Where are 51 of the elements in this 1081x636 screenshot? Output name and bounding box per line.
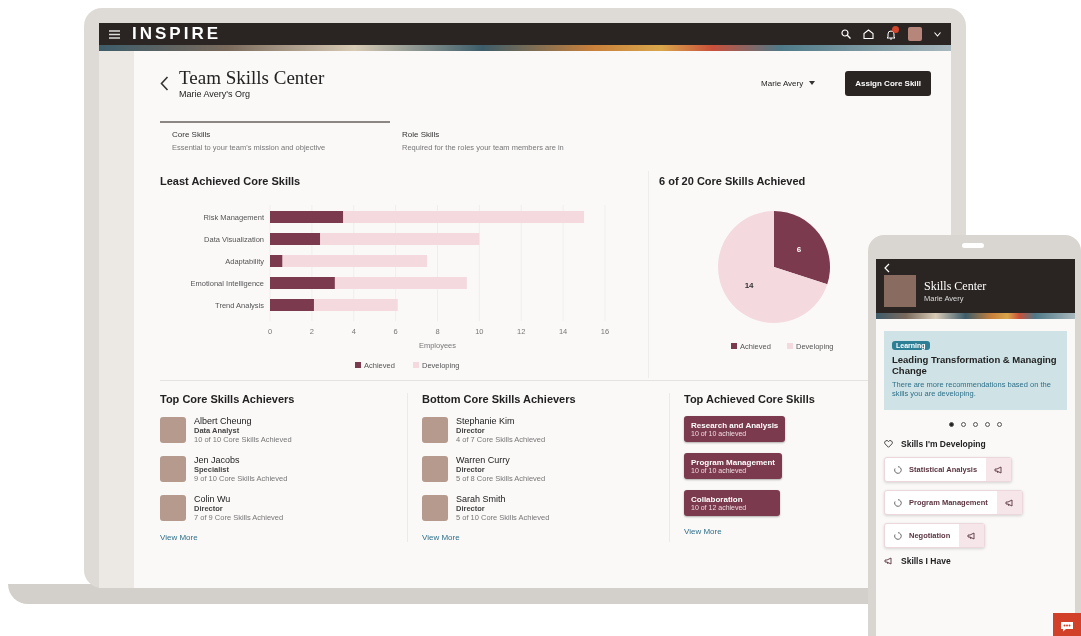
- megaphone-icon: [884, 557, 893, 565]
- section-title: Skills I Have: [901, 556, 951, 566]
- person-name: Sarah Smith: [456, 494, 507, 504]
- megaphone-icon: [994, 465, 1004, 474]
- person-name: Stephanie Kim: [456, 416, 516, 426]
- chart-title: 6 of 20 Core Skills Achieved: [659, 175, 806, 187]
- view-more-link[interactable]: View More: [422, 533, 460, 542]
- photo-placeholder: [884, 275, 916, 307]
- section-title: Bottom Core Skills Achievers: [422, 393, 576, 405]
- chat-button[interactable]: [1053, 613, 1081, 636]
- photo-placeholder: [160, 456, 186, 482]
- spinner-icon: [894, 465, 902, 474]
- view-more-link[interactable]: View More: [160, 533, 198, 542]
- page-title: Skills Center: [924, 279, 987, 294]
- photo-placeholder: [160, 495, 186, 521]
- person-selector[interactable]: Marie Avery: [761, 78, 816, 88]
- photo-placeholder: [422, 495, 448, 521]
- photo-placeholder: [160, 417, 186, 443]
- page-title: Team Skills Center: [179, 67, 325, 89]
- person-name: Warren Curry: [456, 455, 511, 465]
- data-label: 6: [796, 244, 802, 254]
- caret-icon: [809, 81, 816, 85]
- section-title: Skills I'm Developing: [901, 439, 986, 449]
- view-more-link[interactable]: View More: [684, 527, 722, 536]
- chevron-down-icon[interactable]: [934, 31, 941, 37]
- app-logo: INSPIRE: [132, 24, 222, 44]
- photo-placeholder: [422, 417, 448, 443]
- search-icon[interactable]: [841, 29, 851, 39]
- section-title: Top Achieved Core Skills: [684, 393, 815, 405]
- person-name: Albert Cheung: [194, 416, 253, 426]
- assign-core-skill-button[interactable]: Assign Core Skill: [845, 70, 931, 96]
- megaphone-icon: [1004, 498, 1014, 507]
- chart-title: Least Achieved Core Skills: [160, 175, 301, 187]
- home-icon[interactable]: [863, 29, 874, 39]
- menu-icon[interactable]: [109, 29, 120, 39]
- phone-speaker: [962, 243, 984, 248]
- page-subtitle: Marie Avery's Org: [179, 89, 252, 99]
- back-icon[interactable]: [160, 75, 169, 91]
- photo-placeholder: [422, 456, 448, 482]
- spinner-icon: [894, 498, 902, 507]
- notifications-button[interactable]: [886, 28, 896, 40]
- person-name: Colin Wu: [194, 494, 232, 504]
- recommendation-title: Leading Transformation & Managing Change: [892, 354, 1058, 376]
- data-label: 14: [744, 281, 754, 291]
- megaphone-icon: [967, 531, 977, 540]
- heart-icon: [884, 440, 893, 448]
- section-title: Top Core Skills Achievers: [160, 393, 295, 405]
- person-name: Jen Jacobs: [194, 455, 241, 465]
- chat-icon: [1060, 620, 1074, 632]
- carousel-dot[interactable]: [949, 422, 954, 427]
- spinner-icon: [894, 531, 902, 540]
